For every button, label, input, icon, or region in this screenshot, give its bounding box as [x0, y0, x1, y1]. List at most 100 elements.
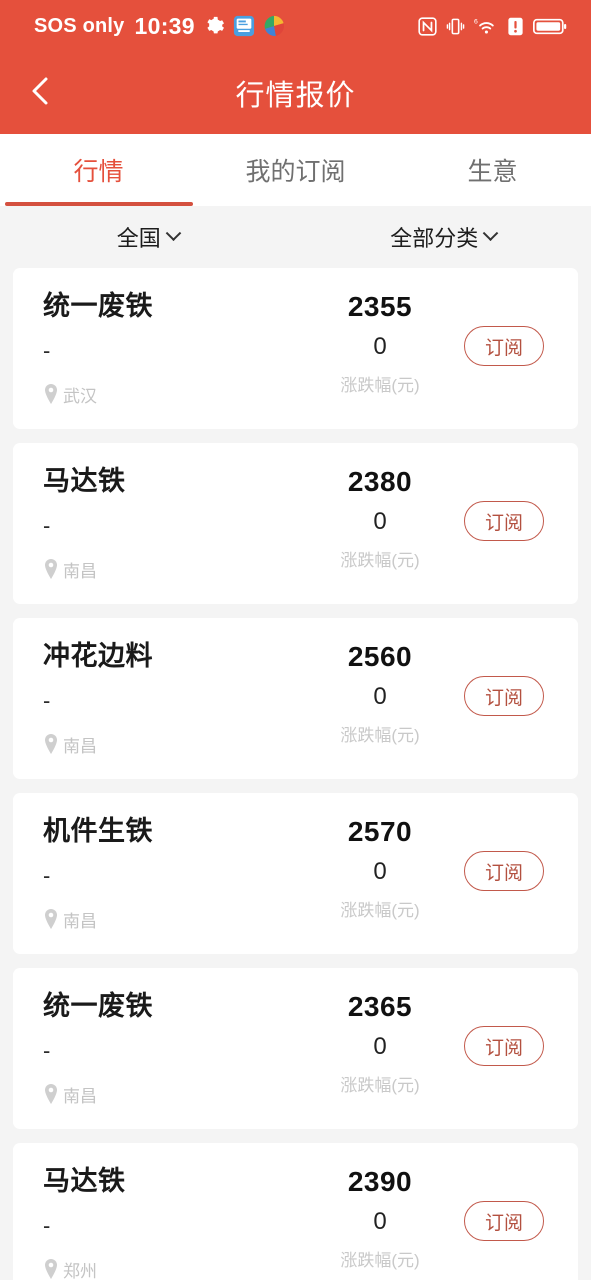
- subscribe-button[interactable]: 订阅: [464, 326, 544, 366]
- quote-info: 统一废铁 - 南昌: [43, 990, 310, 1107]
- quote-info: 统一废铁 - 武汉: [43, 290, 310, 407]
- goods-spec: -: [43, 862, 51, 888]
- price-value: 2380: [347, 466, 413, 497]
- wifi6-icon: 6: [474, 16, 498, 36]
- back-button[interactable]: [20, 73, 60, 113]
- change-value: 0: [373, 1208, 387, 1235]
- subscribe-button[interactable]: 订阅: [464, 1201, 544, 1241]
- change-label: 涨跌幅(元): [340, 376, 420, 395]
- tab-my-subscriptions[interactable]: 我的订阅: [197, 134, 394, 206]
- goods-location-label: 南昌: [63, 561, 97, 581]
- quote-card-body: 马达铁 - 郑州 2390 0 涨跌幅(元) 订阅: [43, 1165, 560, 1280]
- goods-name: 冲花边料: [43, 641, 153, 671]
- tab-market[interactable]: 行情: [0, 134, 197, 206]
- goods-location-label: 南昌: [63, 911, 97, 931]
- goods-spec: -: [43, 687, 51, 713]
- goods-spec: -: [43, 337, 51, 363]
- goods-spec: -: [43, 1212, 51, 1238]
- price-value: 2355: [347, 291, 413, 322]
- price-value: 2365: [347, 991, 413, 1022]
- carrier-label: SOS only: [34, 14, 125, 37]
- location-pin-icon: [45, 1084, 57, 1105]
- price-value: 2390: [347, 1166, 413, 1197]
- tab-bar: 行情 我的订阅 生意: [0, 134, 591, 206]
- price-column: 2390 0 涨跌幅(元): [310, 1165, 450, 1269]
- quote-info: 冲花边料 - 南昌: [43, 640, 310, 757]
- goods-spec: -: [43, 512, 51, 538]
- change-label: 涨跌幅(元): [340, 726, 420, 745]
- goods-name: 马达铁: [43, 1166, 126, 1196]
- goods-name: 统一废铁: [43, 991, 153, 1021]
- quote-list: 统一废铁 - 武汉 2355 0 涨跌幅(元) 订阅 马达铁 - 南昌 2380 0 涨跌幅(元) 订阅冲…: [0, 268, 591, 1280]
- change-value: 0: [373, 858, 387, 885]
- goods-location-label: 南昌: [63, 736, 97, 756]
- quote-figures: 2570 0 涨跌幅(元) 订阅: [310, 815, 560, 919]
- quote-card[interactable]: 统一废铁 - 南昌 2365 0 涨跌幅(元) 订阅: [13, 968, 578, 1129]
- price-value: 2560: [347, 641, 413, 672]
- quote-card-body: 统一废铁 - 南昌 2365 0 涨跌幅(元) 订阅: [43, 990, 560, 1107]
- change-label: 涨跌幅(元): [340, 1076, 420, 1095]
- filter-category[interactable]: 全部分类: [296, 221, 591, 253]
- location-pin-icon: [45, 1259, 57, 1280]
- quote-card-body: 马达铁 - 南昌 2380 0 涨跌幅(元) 订阅: [43, 465, 560, 582]
- goods-location-label: 武汉: [63, 386, 97, 406]
- subscribe-button[interactable]: 订阅: [464, 501, 544, 541]
- status-bar-left: SOS only 10:39: [34, 13, 285, 40]
- quote-card-body: 机件生铁 - 南昌 2570 0 涨跌幅(元) 订阅: [43, 815, 560, 932]
- subscribe-button[interactable]: 订阅: [464, 1026, 544, 1066]
- tab-business-label: 生意: [467, 158, 518, 186]
- quote-card[interactable]: 冲花边料 - 南昌 2560 0 涨跌幅(元) 订阅: [13, 618, 578, 779]
- location-pin-icon: [45, 384, 57, 405]
- quote-info: 马达铁 - 郑州: [43, 1165, 310, 1280]
- price-column: 2560 0 涨跌幅(元): [310, 640, 450, 744]
- status-bar-right: 6: [418, 16, 567, 36]
- goods-name: 统一废铁: [43, 291, 153, 321]
- goods-location: 郑州: [43, 1257, 310, 1280]
- price-value: 2570: [347, 816, 413, 847]
- quote-card[interactable]: 马达铁 - 郑州 2390 0 涨跌幅(元) 订阅: [13, 1143, 578, 1280]
- goods-name: 马达铁: [43, 466, 126, 496]
- tab-active-indicator: [4, 202, 193, 206]
- status-bar: SOS only 10:39 6: [0, 0, 591, 52]
- price-column: 2365 0 涨跌幅(元): [310, 990, 450, 1094]
- subscribe-button[interactable]: 订阅: [464, 851, 544, 891]
- price-column: 2570 0 涨跌幅(元): [310, 815, 450, 919]
- location-pin-icon: [45, 909, 57, 930]
- quote-figures: 2380 0 涨跌幅(元) 订阅: [310, 465, 560, 569]
- quote-card[interactable]: 机件生铁 - 南昌 2570 0 涨跌幅(元) 订阅: [13, 793, 578, 954]
- clock-label: 10:39: [134, 12, 195, 39]
- goods-location: 南昌: [43, 557, 310, 582]
- goods-location-label: 南昌: [63, 1086, 97, 1106]
- change-label: 涨跌幅(元): [340, 901, 420, 920]
- tab-my-subscriptions-label: 我的订阅: [245, 158, 346, 186]
- quote-figures: 2355 0 涨跌幅(元) 订阅: [310, 290, 560, 394]
- colorful-app-icon: [263, 15, 285, 37]
- nav-bar: 行情报价: [0, 52, 591, 134]
- goods-location: 南昌: [43, 732, 310, 757]
- goods-location: 南昌: [43, 907, 310, 932]
- quote-card[interactable]: 统一废铁 - 武汉 2355 0 涨跌幅(元) 订阅: [13, 268, 578, 429]
- goods-location: 武汉: [43, 382, 310, 407]
- quote-info: 机件生铁 - 南昌: [43, 815, 310, 932]
- app-badge-icon: [233, 15, 255, 37]
- svg-text:6: 6: [474, 18, 478, 25]
- tab-business[interactable]: 生意: [394, 134, 591, 206]
- price-column: 2380 0 涨跌幅(元): [310, 465, 450, 569]
- subscribe-button[interactable]: 订阅: [464, 676, 544, 716]
- filter-region-label: 全国: [116, 226, 161, 251]
- battery-icon: [533, 17, 567, 36]
- goods-location: 南昌: [43, 1082, 310, 1107]
- change-value: 0: [373, 508, 387, 535]
- location-pin-icon: [45, 734, 57, 755]
- vibrate-icon: [446, 17, 465, 36]
- goods-spec: -: [43, 1037, 51, 1063]
- filter-region[interactable]: 全国: [0, 221, 296, 253]
- nfc-icon: [418, 16, 437, 36]
- location-pin-icon: [45, 559, 57, 580]
- chevron-left-icon: [27, 75, 53, 112]
- quote-card-body: 冲花边料 - 南昌 2560 0 涨跌幅(元) 订阅: [43, 640, 560, 757]
- change-label: 涨跌幅(元): [340, 1251, 420, 1270]
- change-value: 0: [373, 683, 387, 710]
- quote-card[interactable]: 马达铁 - 南昌 2380 0 涨跌幅(元) 订阅: [13, 443, 578, 604]
- price-column: 2355 0 涨跌幅(元): [310, 290, 450, 394]
